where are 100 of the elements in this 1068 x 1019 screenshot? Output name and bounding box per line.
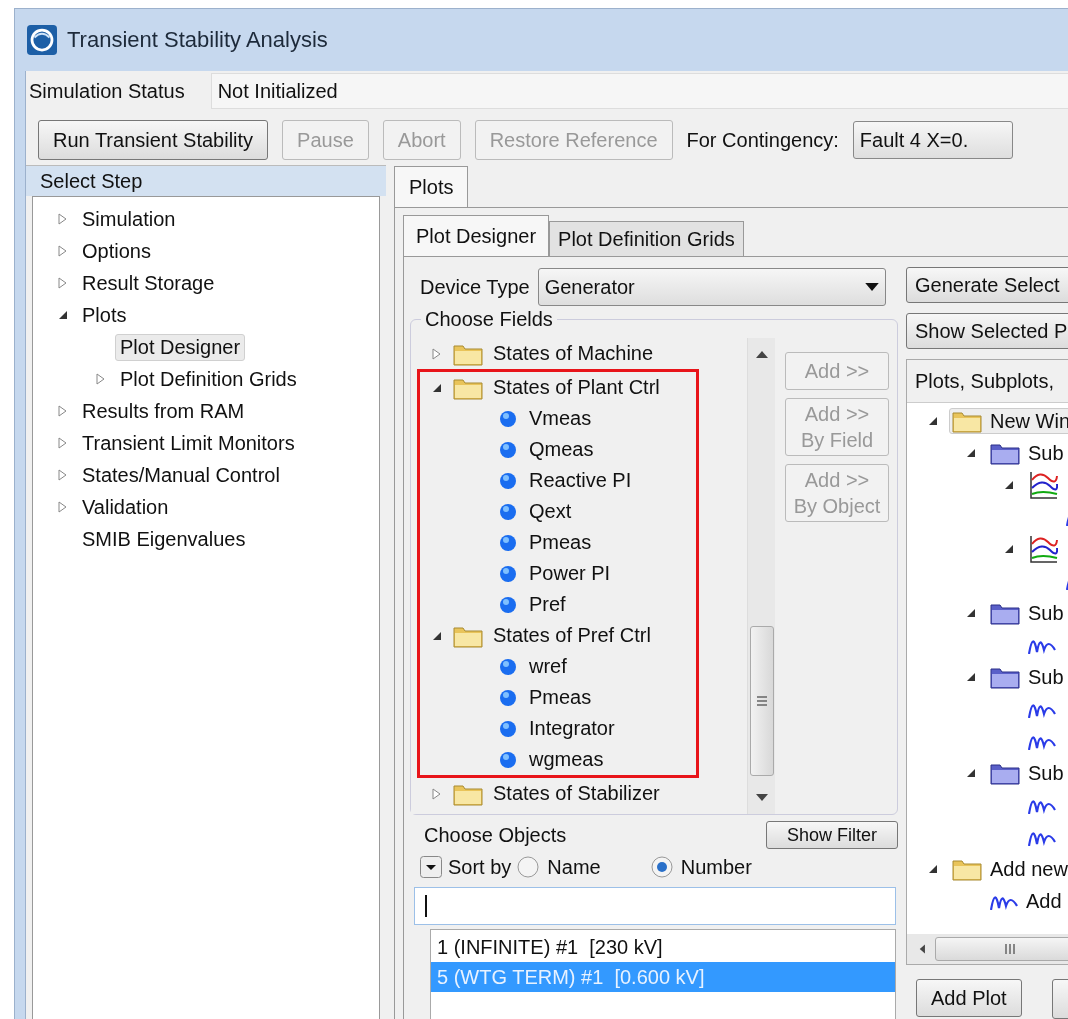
status-label: Simulation Status [29,79,185,103]
expand-arrow-icon[interactable] [57,276,69,290]
scroll-thumb[interactable] [749,626,774,776]
field-group[interactable]: States of Pref Ctrl [493,624,651,647]
tree-item[interactable]: Plot Designer [115,333,246,361]
field-dot-icon [499,688,517,707]
expand-arrow-icon[interactable] [95,372,107,386]
field-item[interactable]: Vmeas [529,407,592,430]
plot-tree-item[interactable]: Sub [987,600,1067,626]
field-item[interactable]: Pref [529,593,566,616]
plot-tree-item[interactable]: Sub [987,760,1067,786]
contingency-label: For Contingency: [686,128,839,152]
show-filter-button[interactable]: Show Filter [765,821,898,849]
tree-item[interactable]: Results from RAM [77,397,250,425]
panel-title: Plots, Subplots, [915,369,1054,393]
item-label: Sub [1028,601,1064,625]
field-item[interactable]: Qmeas [529,438,594,461]
field-group[interactable]: States of Stabilizer [493,782,660,805]
tree-item[interactable]: Result Storage [77,269,220,297]
field-dot-icon [499,471,517,490]
field-item[interactable]: wgmeas [529,748,604,771]
tree-item[interactable]: Validation [77,493,174,521]
toolbar-button[interactable]: Run Transient Stability [38,120,269,160]
scroll-left-icon[interactable] [919,943,925,955]
expand-arrow-icon[interactable] [57,244,69,258]
tab[interactable]: Plot Designer [403,215,550,256]
expand-arrow-icon[interactable] [431,346,443,361]
add-plot-button[interactable]: Add Plot [916,979,1022,1017]
plot-tree-item[interactable]: Sub [987,440,1067,466]
app-logo-icon [27,25,57,55]
folder-icon [952,857,982,881]
folder-icon [990,601,1020,625]
tree-item[interactable]: States/Manual Control [77,461,285,489]
radio-button[interactable] [517,856,540,878]
field-item[interactable]: Qext [529,500,572,523]
plot-tree-item[interactable]: New Win [949,408,1068,434]
scroll-up-icon[interactable] [755,350,768,358]
tree-item[interactable]: Plots [77,301,132,329]
field-dot-icon [499,533,517,552]
plot-tree-item[interactable]: Sub [987,664,1067,690]
section-title: Select Step [40,169,143,193]
folder-icon [952,409,982,433]
horizontal-scrollbar[interactable] [907,934,1068,964]
field-dot-icon [499,750,517,769]
tree-item[interactable]: Transient Limit Monitors [77,429,300,457]
dropdown-arrow-icon [864,282,879,292]
tree-item[interactable]: SMIB Eigenvalues [77,525,251,553]
tab[interactable]: Plots [394,166,469,207]
field-dot-icon [499,502,517,521]
expand-arrow-icon[interactable] [57,468,69,482]
device-type-label: Device Type [420,275,530,299]
expand-arrow-icon[interactable] [57,404,69,418]
device-type-dropdown[interactable]: Generator [537,268,886,306]
item-label: Add [1026,889,1062,913]
field-item[interactable]: Pmeas [529,686,592,709]
panel-button[interactable]: Show Selected P [906,313,1068,349]
scroll-thumb[interactable] [934,937,1068,961]
field-item[interactable]: Integrator [529,717,615,740]
field-item[interactable]: Pmeas [529,531,592,554]
expand-arrow-icon[interactable] [431,786,443,801]
search-field[interactable] [414,887,896,925]
grip-icon [1003,943,1016,955]
field-dot-icon [499,409,517,428]
plot-tree-item[interactable]: Add [987,888,1065,914]
status-field: Not Initialized [210,73,1068,109]
tree-item[interactable]: Options [77,237,156,265]
field-item[interactable]: wref [529,655,567,678]
folder-icon [990,665,1020,689]
folder-icon [990,761,1020,785]
dropdown-icon[interactable] [420,856,442,878]
field-dot-icon [499,564,517,583]
radio-label[interactable]: Number [680,855,752,879]
chart-icon [1028,534,1058,564]
sort-label: Sort by [448,855,512,879]
tree-item[interactable]: Plot Definition Grids [115,365,302,393]
radio-label[interactable]: Name [547,855,601,879]
vertical-scrollbar[interactable] [747,338,775,814]
panel-button[interactable]: Generate Select [906,267,1068,303]
field-item[interactable]: Reactive PI [529,469,632,492]
item-label: Add new [990,857,1068,881]
field-dot-icon [499,657,517,676]
field-dot-icon [499,440,517,459]
field-item[interactable]: Power PI [529,562,611,585]
window-title: Transient Stability Analysis [67,27,328,53]
chart-icon [1028,470,1058,500]
plot-tree-item[interactable]: Add new [949,856,1068,882]
list-item[interactable]: 1 (INFINITE) #1 [230 kV] [431,932,895,962]
field-group[interactable]: States of Machine [493,342,654,365]
item-label: Sub [1028,761,1064,785]
radio-button[interactable] [650,856,673,878]
item-label: Sub [1028,665,1064,689]
tree-item[interactable]: Simulation [77,205,181,233]
expand-arrow-icon[interactable] [57,500,69,514]
tab[interactable]: Plot Definition Grids [549,221,744,256]
grip-icon [755,695,768,707]
expand-arrow-icon[interactable] [57,436,69,450]
contingency-dropdown[interactable]: Fault 4 X=0. [852,121,1013,159]
scroll-down-icon[interactable] [755,794,768,802]
expand-arrow-icon[interactable] [57,212,69,226]
field-group[interactable]: States of Plant Ctrl [493,376,660,399]
